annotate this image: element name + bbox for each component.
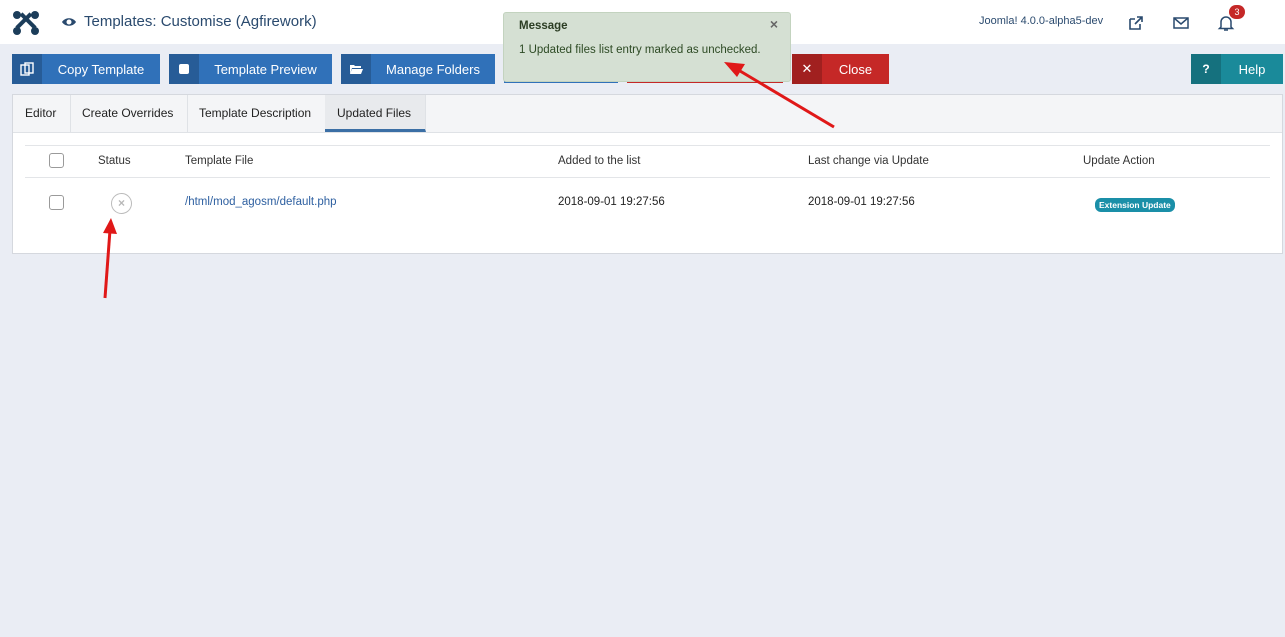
envelope-icon[interactable]: [1172, 14, 1190, 32]
tab-template-description[interactable]: Template Description: [187, 95, 326, 132]
template-card: Editor Create Overrides Template Descrip…: [12, 94, 1283, 254]
table-header: Status Template File Added to the list L…: [25, 145, 1270, 178]
notification-count-badge: 3: [1229, 5, 1245, 19]
template-file-link[interactable]: /html/mod_agosm/default.php: [185, 196, 337, 208]
close-button[interactable]: ✕ Close: [792, 54, 889, 84]
column-template-file[interactable]: Template File: [185, 155, 253, 167]
tab-bar: Editor Create Overrides Template Descrip…: [13, 95, 1282, 133]
table-row: × /html/mod_agosm/default.php 2018-09-01…: [25, 179, 1270, 229]
template-preview-label: Template Preview: [214, 61, 317, 77]
joomla-logo-icon[interactable]: [12, 10, 40, 36]
close-icon[interactable]: ×: [770, 16, 778, 32]
version-link[interactable]: Joomla! 4.0.0-alpha5-dev: [979, 15, 1103, 27]
template-preview-button[interactable]: Template Preview: [169, 54, 332, 84]
column-added[interactable]: Added to the list: [558, 155, 640, 167]
column-last-change[interactable]: Last change via Update: [808, 155, 929, 167]
select-all-checkbox[interactable]: [49, 153, 64, 168]
message-heading: Message: [519, 20, 568, 32]
column-update-action[interactable]: Update Action: [1083, 155, 1155, 167]
row-checkbox[interactable]: [49, 195, 64, 210]
message-text: 1 Updated files list entry marked as unc…: [519, 44, 761, 56]
square-icon: [169, 54, 199, 84]
tab-create-overrides[interactable]: Create Overrides: [70, 95, 188, 132]
copy-icon: [12, 54, 42, 84]
copy-template-label: Copy Template: [57, 61, 145, 77]
close-icon: ✕: [792, 54, 822, 84]
tab-updated-files[interactable]: Updated Files: [325, 95, 426, 132]
folder-open-icon: [341, 54, 371, 84]
eye-icon: [62, 18, 76, 26]
added-date: 2018-09-01 19:27:56: [558, 196, 665, 208]
help-label: Help: [1238, 61, 1266, 77]
last-change-date: 2018-09-01 19:27:56: [808, 196, 915, 208]
unchecked-status-icon[interactable]: ×: [111, 193, 132, 214]
external-link-icon[interactable]: [1127, 14, 1145, 32]
help-button[interactable]: ? Help: [1191, 54, 1283, 84]
update-action-badge: Extension Update: [1095, 198, 1175, 212]
manage-folders-button[interactable]: Manage Folders: [341, 54, 495, 84]
page-title: Templates: Customise (Agfirework): [84, 13, 317, 30]
message-alert: Message 1 Updated files list entry marke…: [503, 12, 791, 82]
question-icon: ?: [1191, 54, 1221, 84]
manage-folders-label: Manage Folders: [386, 61, 480, 77]
copy-template-button[interactable]: Copy Template: [12, 54, 160, 84]
close-label: Close: [838, 61, 873, 77]
column-status[interactable]: Status: [98, 155, 131, 167]
tab-editor[interactable]: Editor: [13, 95, 71, 132]
